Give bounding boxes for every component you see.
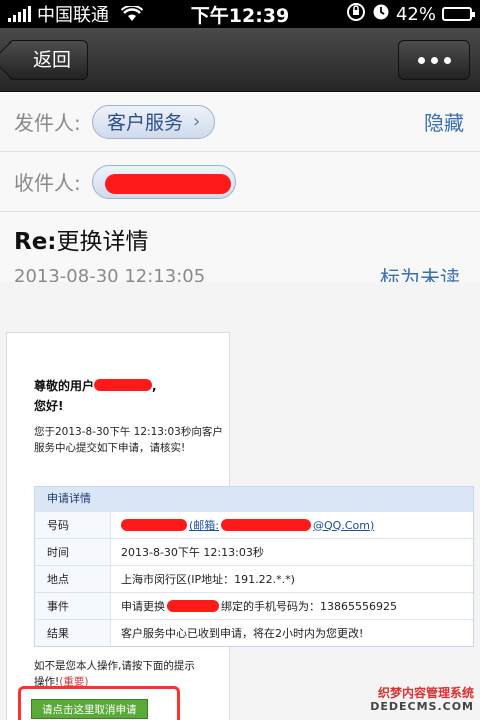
more-dot-icon (443, 56, 451, 64)
from-row: 发件人: 客户服务 › 隐藏 (0, 92, 480, 152)
carrier-name: 中国联通 (37, 5, 109, 26)
table-row: 事件 申请更换 绑定的手机号码为：13865556925 (35, 592, 473, 619)
mail-header: 发件人: 客户服务 › 隐藏 收件人: Re:更换详情 2013-08-30 1… (0, 92, 480, 302)
row-key: 号码 (35, 512, 111, 538)
watermark-line1: 织梦内容管理系统 (377, 686, 474, 700)
redaction-mark (105, 173, 231, 194)
greeting-line2: 您好! (34, 399, 64, 413)
mail-body: 尊敬的用户, 您好! 您于2013-8-30下午 12:13:03秒向客户服务中… (0, 282, 480, 720)
back-button[interactable]: 返回 (8, 40, 89, 80)
note-line1: 如不是您本人操作,请按下面的提示 (34, 660, 195, 672)
chevron-right-icon: › (193, 111, 201, 132)
sender-chip[interactable]: 客户服务 › (92, 104, 216, 139)
row-value: 申请更换 绑定的手机号码为：13865556925 (111, 598, 397, 614)
request-details-table: 申请详情 号码 (邮箱: @QQ.Com) 时间 2013-8-30下午 12:… (34, 486, 474, 647)
row-value: 上海市闵行区(IP地址：191.22.*.*) (121, 573, 295, 586)
highlight-box: 请点击这里取消申请 (18, 686, 180, 720)
more-dot-icon (417, 56, 425, 64)
from-label: 发件人: (14, 111, 81, 135)
details-heading: 申请详情 (35, 487, 473, 511)
table-row: 时间 2013-8-30下午 12:13:03秒 (35, 538, 473, 565)
row-value: 2013-8-30下午 12:13:03秒 (121, 546, 264, 559)
row-key: 事件 (35, 593, 111, 619)
redaction-mark (167, 600, 219, 612)
redaction-mark (221, 519, 311, 531)
row-key: 地点 (35, 566, 111, 592)
more-options-button[interactable] (398, 40, 470, 80)
watermark-line2: DEDECMS.COM (370, 700, 474, 713)
recipient-chip[interactable] (92, 164, 236, 199)
email-link-prefix[interactable]: (邮箱: (189, 517, 219, 533)
row-value-start: 申请更换 (121, 600, 165, 613)
row-key: 结果 (35, 620, 111, 646)
subject-text: 更换详情 (56, 229, 149, 255)
greeting-comma: , (152, 379, 157, 393)
sender-name: 客户服务 (107, 112, 184, 134)
subject-title: Re:更换详情 (14, 222, 466, 256)
back-button-label: 返回 (33, 49, 72, 71)
signal-icon (8, 6, 31, 22)
more-dot-icon (430, 56, 438, 64)
table-row: 号码 (邮箱: @QQ.Com) (35, 511, 473, 538)
intro-paragraph: 您于2013-8-30下午 12:13:03秒向客户服务中心提交如下申请，请核实… (34, 426, 223, 454)
hide-details-link[interactable]: 隐藏 (424, 107, 464, 136)
row-value-end: 绑定的手机号码为：13865556925 (221, 600, 397, 613)
status-bar: 中国联通 下午12:39 42% (0, 0, 480, 28)
subject-prefix: Re: (14, 229, 57, 255)
rotation-lock-icon (346, 2, 366, 27)
row-value: (邮箱: @QQ.Com) (111, 517, 374, 533)
row-value: 客户服务中心已收到申请，将在2小时内为您更改! (121, 627, 364, 640)
table-row: 地点 上海市闵行区(IP地址：191.22.*.*) (35, 565, 473, 592)
alarm-icon (372, 3, 390, 26)
watermark: 织梦内容管理系统 DEDECMS.COM (370, 686, 474, 714)
redaction-mark (94, 379, 153, 391)
greeting-line1: 尊敬的用户 (34, 379, 95, 393)
to-label: 收件人: (14, 171, 81, 195)
redaction-mark (121, 519, 187, 531)
greeting: 尊敬的用户, 您好! (34, 376, 157, 416)
navigation-bar: 返回 (0, 28, 480, 92)
cancel-request-button[interactable]: 请点击这里取消申请 (31, 699, 148, 719)
email-link-suffix[interactable]: @QQ.Com) (313, 519, 374, 532)
table-row: 结果 客户服务中心已收到申请，将在2小时内为您更改! (35, 619, 473, 646)
to-row: 收件人: (0, 152, 480, 212)
battery-icon (442, 7, 475, 21)
row-key: 时间 (35, 539, 111, 565)
battery-percent: 42% (395, 3, 436, 25)
wifi-icon (120, 4, 144, 22)
clock: 下午12:39 (190, 4, 290, 27)
